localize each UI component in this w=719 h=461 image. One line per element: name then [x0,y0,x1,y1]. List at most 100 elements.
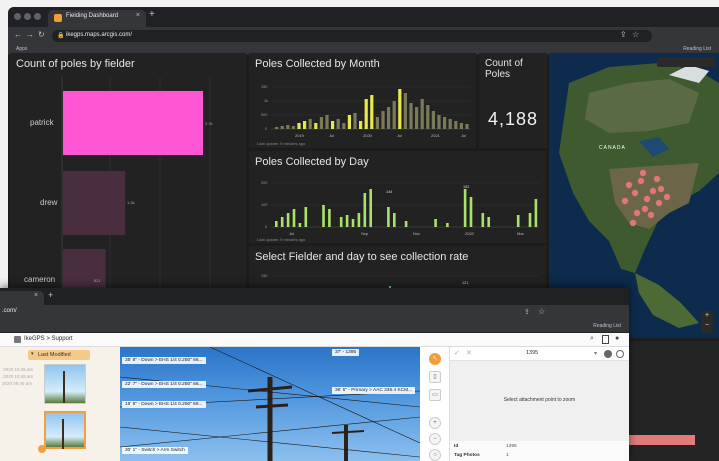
tab-close-icon[interactable]: × [136,12,140,19]
panel-title: Count of Poles [485,58,523,80]
minimize-window-dot[interactable] [24,13,31,20]
close-window-dot[interactable] [14,13,21,20]
zoom-in-icon[interactable]: + [429,417,441,429]
fielder-label-drew: drew [40,198,58,207]
fielder-value-cameron: 821 [94,278,101,283]
day-ytick: 0 [265,225,268,229]
star-icon[interactable]: ☆ [538,307,545,316]
fielder-value-drew: 1.2k [127,200,135,205]
new-tab-button[interactable]: + [48,290,53,300]
share-icon[interactable]: ⇪ [620,30,627,39]
target-icon[interactable] [616,350,624,358]
photo-thumbnail[interactable] [44,364,86,404]
active-tab[interactable]: × [0,291,44,305]
reading-list[interactable]: Reading List [683,46,711,52]
month-bar [381,111,385,129]
bookmark-apps[interactable]: Apps [16,46,27,52]
zoom-window-dot[interactable] [34,13,41,20]
zoom-controls[interactable]: + − [701,311,713,333]
user-icon[interactable]: ● [615,335,619,342]
sort-label: Last Modified [38,352,71,358]
pole-id: 1395 [526,350,539,356]
map-label-canada: CANADA [599,145,626,151]
zoom-out-icon[interactable]: − [429,433,441,445]
month-bar [437,115,441,129]
check-icon[interactable]: ✓ [454,349,460,357]
url-field[interactable]: 🔒 ikegps.maps.arcgis.com/ [52,30,652,42]
field-row[interactable]: Tag Photos 1 [454,453,509,458]
month-xtick: Jul [461,133,467,138]
month-bar [331,121,335,129]
fielder-value-patrick: 2.7k [205,121,213,126]
month-bar [454,121,458,129]
pole-marker [655,199,663,207]
pole-marker [653,175,661,183]
rate-data-label: 121 [462,281,469,285]
pointer-tool-icon[interactable]: ↖ [429,353,441,365]
zoom-reset-icon[interactable]: ○ [429,449,441,461]
ruler-tool-icon[interactable]: ▭ [429,389,441,401]
attachment-label[interactable]: 16' 6" - Down > EHS 1/4 0.250" 66... [122,401,206,408]
day-bar [463,189,467,227]
day-bar [434,219,437,227]
share-icon[interactable]: ⇪ [524,308,530,316]
day-data-label: 152 [463,185,470,189]
tab-fielding-dashboard[interactable]: Fielding Dashboard × [48,10,146,27]
day-bar [369,189,372,227]
day-bar [357,213,361,227]
day-ytick: 100 [261,203,268,207]
lock-icon: 🔒 [57,33,65,39]
count-of-poles-panel: Count of Poles 4,188 [479,53,547,148]
attachment-label[interactable]: 22' 7" - Down > EHS 1/4 0.250" 66... [122,381,206,388]
photo-timestamp: .2020 10:45 am [2,367,34,372]
field-row[interactable]: Id 1395 [454,444,517,449]
arcgis-favicon-icon [54,14,62,22]
photo-timestamp: 2020 09:45 am [2,381,33,386]
ikegps-logo-icon [14,336,21,343]
photo-thumbnail-selected[interactable] [44,411,86,449]
reading-list[interactable]: Reading List [593,323,621,329]
pole-photo-viewer[interactable]: 35' 8" - Down > EHS 1/4 0.250" 66... 37'… [120,347,420,461]
pole-count-value: 4,188 [487,109,539,129]
month-ytick: 0 [265,127,268,131]
pole-marker [637,177,645,185]
attachment-label[interactable]: 37' - 1395 [332,349,360,356]
attachment-label[interactable]: 30' 1" - Switch > Arm Switch [122,447,188,454]
day-bar-chart[interactable] [249,151,546,243]
attachment-label[interactable]: 35' 8" - Down > EHS 1/4 0.250" 66... [122,357,206,364]
sort-caret-icon: ▾ [31,351,34,357]
last-update-note: Last update: 9 minutes ago [257,141,306,146]
star-icon[interactable]: ☆ [632,30,639,39]
attachment-label[interactable]: 36' 5" - Primary > AAC 336.4 KCM... [332,387,416,394]
info-icon[interactable] [604,350,612,358]
close-icon[interactable]: ✕ [466,349,472,357]
month-bar [303,121,307,129]
forward-arrow-icon[interactable]: → [26,30,34,39]
back-arrow-icon[interactable]: ← [14,30,22,39]
reload-icon[interactable]: ↻ [38,30,45,39]
new-tab-button[interactable]: + [149,9,155,20]
tab-close-icon[interactable]: × [34,292,38,299]
phone-tool-icon[interactable]: ▯ [429,371,441,383]
day-bar [280,217,284,227]
month-bar [426,105,430,129]
map-toolbar[interactable] [657,57,715,67]
photo-list-sidebar: ▾ Last Modified .2020 10:45 am .2020 10:… [0,347,120,461]
search-icon[interactable]: ⌕ [590,335,594,343]
day-bar [322,205,325,227]
day-ytick: 200 [261,181,268,185]
sort-dropdown[interactable]: ▾ Last Modified [28,350,90,360]
month-bar [459,123,463,129]
url-text[interactable]: .com/ [2,308,17,314]
clipboard-icon[interactable] [602,335,609,344]
poles-by-month-panel: Poles Collected by Month 150 1k 500 0 20… [249,53,476,148]
day-bar [404,221,408,227]
chevron-down-icon[interactable]: ▾ [594,350,597,357]
day-bar [387,207,390,227]
breadcrumb[interactable]: IkeGPS > Support [24,336,73,342]
field-value: 1395 [506,444,517,449]
day-bar [286,213,290,227]
address-bar: ← → ↻ 🔒 ikegps.maps.arcgis.com/ ⇪ ☆ [8,27,719,45]
month-bar [275,127,279,129]
month-bar [319,117,323,129]
